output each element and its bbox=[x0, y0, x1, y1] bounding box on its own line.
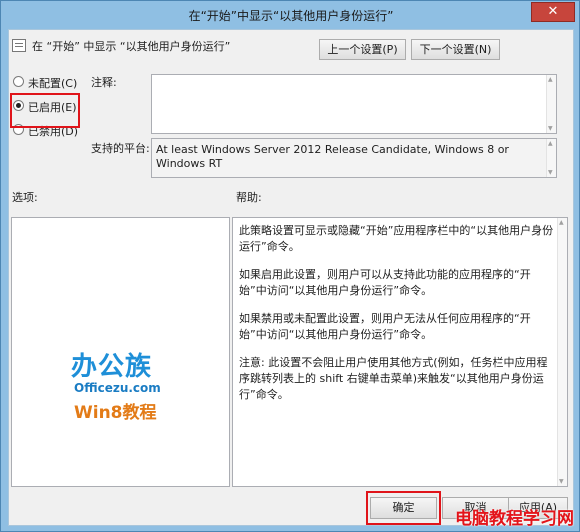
logo-sub-text: Win8教程 bbox=[74, 403, 157, 423]
help-scrollbar[interactable] bbox=[557, 218, 567, 486]
logo-main-text: 办公族 bbox=[71, 352, 153, 382]
help-paragraph: 注意: 此设置不会阻止用户使用其他方式(例如，任务栏中应用程序跳转列表上的 sh… bbox=[239, 356, 548, 401]
comment-scrollbar[interactable] bbox=[546, 75, 556, 133]
next-setting-button[interactable]: 下一个设置(N) bbox=[411, 39, 500, 60]
help-paragraph: 此策略设置可显示或隐藏“开始”应用程序栏中的“以其他用户身份运行”命令。 bbox=[239, 224, 554, 253]
watermark-text: 电脑教程学习网 bbox=[455, 509, 574, 529]
options-panel: 办公族 Officezu.com Win8教程 bbox=[11, 217, 230, 487]
help-label: 帮助: bbox=[236, 191, 262, 204]
options-label: 选项: bbox=[12, 191, 38, 204]
help-paragraph: 如果禁用或未配置此设置，则用户无法从任何应用程序的“开始”中访问“以其他用户身份… bbox=[239, 312, 531, 341]
logo-url-text: Officezu.com bbox=[74, 381, 161, 395]
supported-scrollbar[interactable] bbox=[546, 139, 556, 177]
policy-setting-icon bbox=[12, 39, 26, 52]
supported-platforms-value: At least Windows Server 2012 Release Can… bbox=[156, 143, 509, 170]
close-button[interactable]: ✕ bbox=[531, 2, 575, 22]
window-title: 在“开始”中显示“以其他用户身份运行” bbox=[188, 9, 394, 23]
help-panel: 此策略设置可显示或隐藏“开始”应用程序栏中的“以其他用户身份运行”命令。 如果启… bbox=[232, 217, 568, 487]
supported-platforms-field: At least Windows Server 2012 Release Can… bbox=[151, 138, 557, 178]
help-text: 此策略设置可显示或隐藏“开始”应用程序栏中的“以其他用户身份运行”命令。 如果启… bbox=[239, 223, 557, 415]
comment-textarea[interactable] bbox=[151, 74, 557, 134]
ok-highlight-box bbox=[366, 491, 441, 525]
dialog-window: 在“开始”中显示“以其他用户身份运行” ✕ 在 “开始” 中显示 “以其他用户身… bbox=[0, 0, 580, 532]
title-bar[interactable]: 在“开始”中显示“以其他用户身份运行” ✕ bbox=[1, 1, 580, 29]
setting-name: 在 “开始” 中显示 “以其他用户身份运行” bbox=[32, 40, 231, 53]
radio-label: 未配置(C) bbox=[28, 77, 78, 90]
enabled-highlight-box bbox=[10, 93, 80, 128]
help-paragraph: 如果启用此设置，则用户可以从支持此功能的应用程序的“开始”中访问“以其他用户身份… bbox=[239, 268, 531, 297]
supported-platforms-label: 支持的平台: bbox=[91, 142, 150, 155]
dialog-client-area: 在 “开始” 中显示 “以其他用户身份运行” 上一个设置(P) 下一个设置(N)… bbox=[8, 29, 574, 526]
previous-setting-button[interactable]: 上一个设置(P) bbox=[319, 39, 406, 60]
comment-label: 注释: bbox=[91, 76, 117, 89]
radio-button[interactable] bbox=[13, 76, 24, 87]
